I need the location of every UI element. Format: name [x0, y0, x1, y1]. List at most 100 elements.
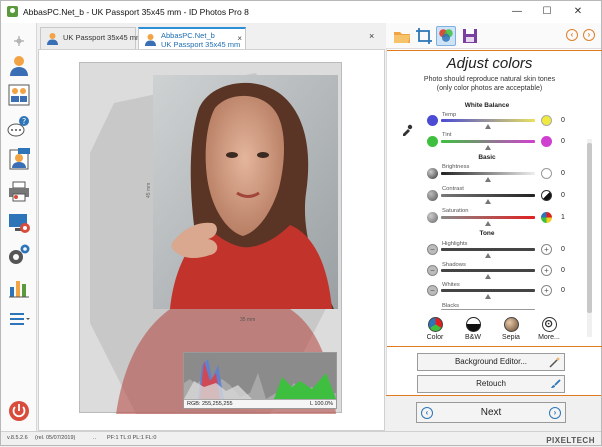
highlights-plus-icon[interactable]: + [541, 244, 552, 255]
pixeltech-logo: PIXELTECH [546, 436, 595, 445]
open-folder-icon[interactable] [392, 26, 412, 46]
saturation-slider-thumb[interactable] [485, 221, 492, 226]
shadows-plus-icon[interactable]: + [541, 265, 552, 276]
magic-wand-icon [549, 357, 560, 368]
adjust-colors-icon[interactable] [436, 26, 456, 46]
whites-slider[interactable] [441, 289, 535, 299]
tab-uk-passport[interactable]: UK Passport 35x45 mm [40, 27, 143, 49]
highlights-minus-icon[interactable]: − [427, 244, 438, 255]
highlights-value: 0 [561, 246, 565, 253]
background-editor-button[interactable]: Background Editor... [417, 353, 565, 371]
statistics-chart-icon[interactable] [7, 275, 31, 299]
saturation-value: 1 [561, 214, 565, 221]
adjust-colors-panel: Adjust colors Photo should reproduce nat… [386, 49, 602, 395]
left-toolbar: ? [1, 23, 37, 431]
new-template-icon[interactable] [7, 147, 31, 171]
minimize-button[interactable]: — [504, 3, 530, 21]
tab-current-photo[interactable]: AbbasPC.Net_b UK Passport 35x45 mm × [138, 27, 246, 49]
color-wheel-icon [427, 317, 443, 332]
histogram-panel: RGB: 255,255,255 L 100.0% [183, 352, 337, 409]
contrast-slider[interactable] [441, 194, 535, 204]
saturation-slider[interactable] [441, 216, 535, 226]
shadows-slider-thumb[interactable] [484, 274, 491, 279]
whites-minus-icon[interactable]: − [427, 285, 438, 296]
section-tone: Tone [479, 230, 495, 237]
contrast-low-icon [427, 190, 438, 201]
maximize-button[interactable]: ☐ [534, 3, 560, 21]
temp-slider[interactable] [441, 119, 535, 129]
person-photo-icon [145, 34, 156, 46]
brightness-slider-thumb[interactable] [484, 177, 491, 182]
eyedropper-icon[interactable] [401, 124, 413, 136]
blacks-slider[interactable] [441, 309, 535, 310]
preset-sepia-button[interactable]: Sepia [493, 317, 529, 341]
menu-list-icon[interactable] [7, 307, 31, 331]
histogram-status: RGB: 255,255,255 L 100.0% [184, 399, 336, 408]
previous-step-icon[interactable]: ‹ [566, 29, 578, 41]
shadows-value: 0 [561, 267, 565, 274]
display-export-icon[interactable] [7, 211, 31, 235]
preset-bw-button[interactable]: B&W [455, 317, 491, 341]
preset-more-button[interactable]: More... [531, 317, 567, 341]
power-exit-icon[interactable] [7, 399, 31, 423]
background-editor-label: Background Editor... [454, 357, 528, 366]
shadows-minus-icon[interactable]: − [427, 265, 438, 276]
app-window: AbbasPC.Net_b - UK Passport 35x45 mm - I… [0, 0, 602, 446]
help-chat-icon[interactable]: ? [7, 115, 31, 139]
more-gear-icon [541, 317, 557, 332]
highlights-slider-thumb[interactable] [484, 253, 491, 258]
whites-value: 0 [561, 287, 565, 294]
preset-more-label: More... [538, 334, 560, 341]
temp-slider-thumb[interactable] [484, 124, 491, 129]
add-photo-icon[interactable] [7, 29, 31, 46]
brush-icon [551, 379, 561, 388]
brightness-label: Brightness [442, 164, 470, 170]
dimension-vertical-label: 45 mm [146, 183, 152, 198]
tab-close-icon[interactable]: × [237, 34, 242, 43]
saturation-high-icon [541, 212, 552, 223]
next-button[interactable]: ‹ Next › [416, 402, 566, 423]
forward-arrow-icon[interactable]: › [549, 407, 561, 419]
preset-color-label: Color [426, 334, 444, 341]
settings-gear-icon[interactable] [7, 243, 31, 267]
shadows-slider[interactable] [441, 269, 535, 279]
contrast-high-icon [541, 190, 552, 201]
tint-slider-thumb[interactable] [484, 145, 491, 150]
svg-text:?: ? [22, 117, 26, 126]
histogram-graph [184, 353, 336, 399]
whites-slider-thumb[interactable] [484, 294, 491, 299]
status-dots: .. [93, 435, 97, 441]
tint-green-icon [427, 136, 438, 147]
contrast-value: 0 [561, 192, 565, 199]
save-disk-icon[interactable] [460, 26, 480, 46]
panel-bottom-divider [386, 395, 601, 396]
photo-canvas[interactable]: 45 mm 35 mm RGB: 255,255,255 L 100.0% [38, 49, 385, 431]
close-all-tabs-icon[interactable]: × [369, 31, 374, 41]
retouch-label: Retouch [476, 379, 506, 388]
panel-scrollbar-thumb[interactable] [587, 143, 592, 313]
contrast-slider-thumb[interactable] [484, 199, 491, 204]
panel-scrollbar[interactable] [587, 139, 592, 337]
crop-icon[interactable] [414, 26, 434, 46]
panel-subtitle-line1: Photo should reproduce natural skin tone… [423, 76, 556, 83]
brightness-value: 0 [561, 170, 565, 177]
close-button[interactable]: ✕ [565, 3, 591, 21]
format-info-label: PF:1 TL:0 PL:1 FL:0 [107, 435, 157, 441]
brightness-light-icon [541, 168, 552, 179]
person-photo-icon[interactable] [7, 53, 31, 77]
panel-subtitle-line2: (only color photos are acceptable) [436, 85, 543, 92]
photo-sheet-icon[interactable] [7, 83, 31, 107]
brightness-dark-icon [427, 168, 438, 179]
tab-label: UK Passport 35x45 mm [63, 33, 143, 42]
tint-slider[interactable] [441, 140, 535, 150]
version-label: v.8.5.2.6 [7, 435, 28, 441]
shadows-label: Shadows [442, 262, 466, 268]
preset-color-button[interactable]: Color [417, 317, 453, 341]
highlights-slider[interactable] [441, 248, 535, 258]
document-tabs: UK Passport 35x45 mm AbbasPC.Net_b UK Pa… [38, 25, 384, 49]
next-step-icon[interactable]: › [583, 29, 595, 41]
retouch-button[interactable]: Retouch [417, 375, 565, 393]
brightness-slider[interactable] [441, 172, 535, 182]
whites-plus-icon[interactable]: + [541, 285, 552, 296]
print-icon[interactable] [7, 179, 31, 203]
